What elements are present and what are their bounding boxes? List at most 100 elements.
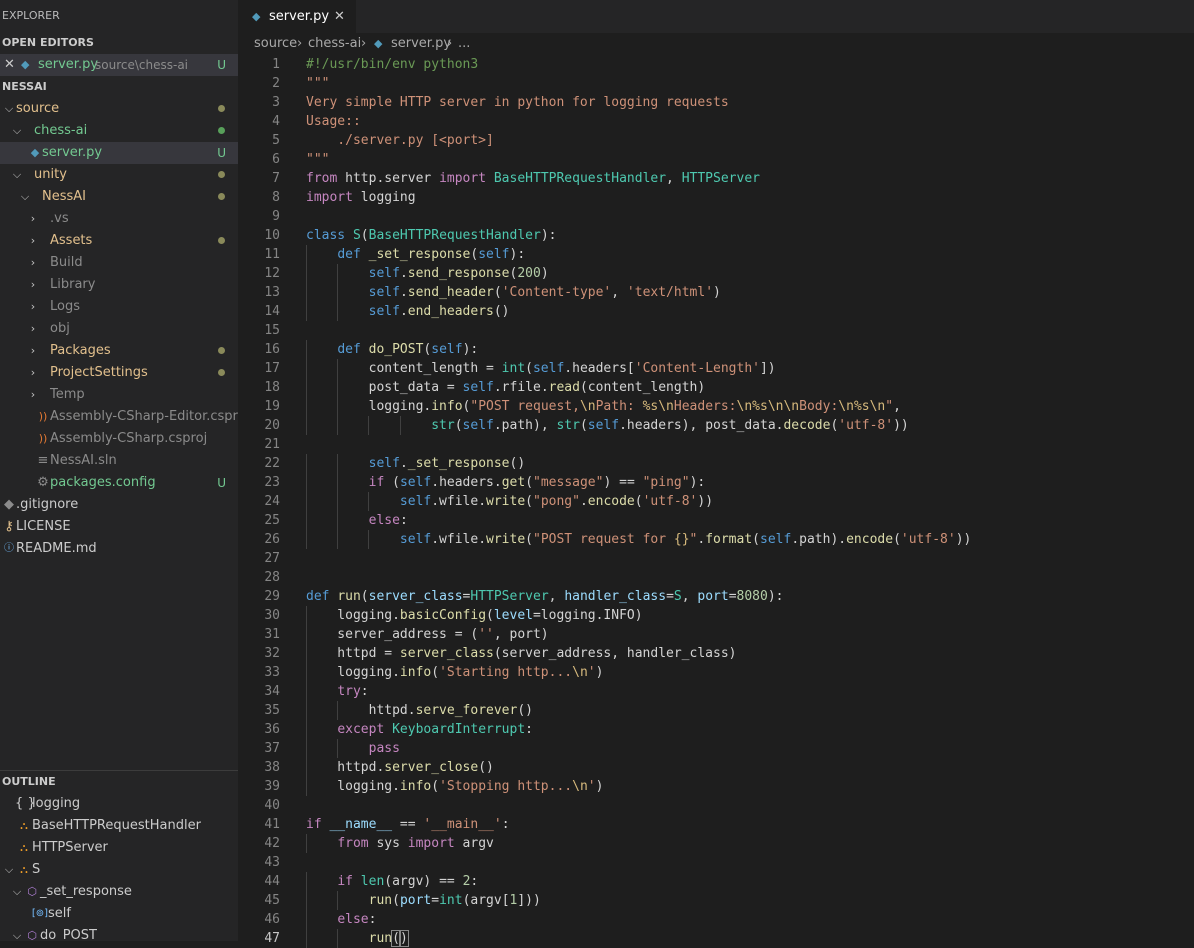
code-line[interactable]: 46 else:	[238, 910, 1194, 929]
chevron-right-icon[interactable]: ›	[26, 384, 40, 406]
tab-server-py[interactable]: ◆ server.py ✕	[238, 0, 356, 33]
code-line[interactable]: 16 def do_POST(self):	[238, 340, 1194, 359]
tree-item-gitignore[interactable]: ◆ .gitignore	[0, 494, 238, 516]
code-line[interactable]: 2 """	[238, 74, 1194, 93]
breadcrumb-item-server-py[interactable]: server.py	[391, 33, 451, 55]
tree-item-logs[interactable]: › Logs	[0, 296, 238, 318]
code-line[interactable]: 1 #!/usr/bin/env python3	[238, 55, 1194, 74]
breadcrumb-item-source[interactable]: source	[254, 33, 297, 55]
tree-item-vs[interactable]: › .vs	[0, 208, 238, 230]
code-line[interactable]: 15	[238, 321, 1194, 340]
tree-item-packages-config[interactable]: ⚙ packages.config U	[0, 472, 238, 494]
code-line[interactable]: 47 run()	[238, 929, 1194, 948]
code-line[interactable]: 29 def run(server_class=HTTPServer, handl…	[238, 587, 1194, 606]
outline-item-set-response[interactable]: ⌵ ⬡ _set_response	[0, 881, 238, 903]
code-line[interactable]: 24 self.wfile.write("pong".encode('utf-8…	[238, 492, 1194, 511]
chevron-right-icon[interactable]: ›	[26, 340, 40, 362]
tree-item-source[interactable]: ⌵ source	[0, 98, 238, 120]
code-line[interactable]: 39 logging.info('Stopping http...\n')	[238, 777, 1194, 796]
chevron-down-icon[interactable]: ⌵	[2, 859, 16, 881]
chevron-right-icon[interactable]: ›	[26, 208, 40, 230]
code-line[interactable]: 34 try:	[238, 682, 1194, 701]
tree-item-temp[interactable]: › Temp	[0, 384, 238, 406]
chevron-right-icon[interactable]: ›	[26, 318, 40, 340]
chevron-down-icon[interactable]: ⌵	[18, 186, 32, 208]
chevron-right-icon[interactable]: ›	[26, 274, 40, 296]
code-line[interactable]: 6 """	[238, 150, 1194, 169]
code-line[interactable]: 9	[238, 207, 1194, 226]
tree-item-obj[interactable]: › obj	[0, 318, 238, 340]
outline-item-self[interactable]: [⊚] self	[0, 903, 238, 925]
outline-item-logging[interactable]: { } logging	[0, 793, 238, 815]
tree-item-assembly-csharp-editor-csproj[interactable]: )) Assembly-CSharp-Editor.csproj	[0, 406, 238, 428]
code-line[interactable]: 12 self.send_response(200)	[238, 264, 1194, 283]
code-line[interactable]: 37 pass	[238, 739, 1194, 758]
code-line[interactable]: 10 class S(BaseHTTPRequestHandler):	[238, 226, 1194, 245]
code-line[interactable]: 22 self._set_response()	[238, 454, 1194, 473]
code-line[interactable]: 41 if __name__ == '__main__':	[238, 815, 1194, 834]
breadcrumb-item-symbols[interactable]: ...	[458, 33, 470, 55]
tree-item-assembly-csharp-csproj[interactable]: )) Assembly-CSharp.csproj	[0, 428, 238, 450]
chevron-down-icon[interactable]: ⌵	[2, 98, 16, 120]
code-line[interactable]: 20 str(self.path), str(self.headers), po…	[238, 416, 1194, 435]
code-line[interactable]: 18 post_data = self.rfile.read(content_l…	[238, 378, 1194, 397]
chevron-right-icon[interactable]: ›	[26, 252, 40, 274]
outline-section-title[interactable]: OUTLINE	[0, 770, 238, 793]
chevron-right-icon[interactable]: ›	[26, 296, 40, 318]
code-line[interactable]: 45 run(port=int(argv[1]))	[238, 891, 1194, 910]
tree-item-nessai-sln[interactable]: ≡ NessAI.sln	[0, 450, 238, 472]
code-line[interactable]: 14 self.end_headers()	[238, 302, 1194, 321]
code-line[interactable]: 17 content_length = int(self.headers['Co…	[238, 359, 1194, 378]
code-line[interactable]: 13 self.send_header('Content-type', 'tex…	[238, 283, 1194, 302]
open-editor-item-server-py[interactable]: ✕ ◆ server.py source\chess-ai U	[0, 54, 238, 76]
code-line[interactable]: 25 else:	[238, 511, 1194, 530]
code-line[interactable]: 11 def _set_response(self):	[238, 245, 1194, 264]
chevron-down-icon[interactable]: ⌵	[10, 120, 24, 142]
outline-item-do-post[interactable]: ⌵ ⬡ do_POST	[0, 925, 238, 941]
tree-item-library[interactable]: › Library	[0, 274, 238, 296]
open-editors-section-title[interactable]: OPEN EDITORS	[0, 32, 238, 54]
code-line[interactable]: 27	[238, 549, 1194, 568]
code-line[interactable]: 42 from sys import argv	[238, 834, 1194, 853]
tree-item-chess-ai[interactable]: ⌵ chess-ai	[0, 120, 238, 142]
code-line[interactable]: 5 ./server.py [<port>]	[238, 131, 1194, 150]
code-line[interactable]: 19 logging.info("POST request,\nPath: %s…	[238, 397, 1194, 416]
code-line[interactable]: 7 from http.server import BaseHTTPRequest…	[238, 169, 1194, 188]
code-line[interactable]: 38 httpd.server_close()	[238, 758, 1194, 777]
code-line[interactable]: 32 httpd = server_class(server_address, …	[238, 644, 1194, 663]
code-line[interactable]: 21	[238, 435, 1194, 454]
code-line[interactable]: 43	[238, 853, 1194, 872]
code-line[interactable]: 28	[238, 568, 1194, 587]
code-line[interactable]: 35 httpd.serve_forever()	[238, 701, 1194, 720]
tree-item-projectsettings[interactable]: › ProjectSettings	[0, 362, 238, 384]
tree-item-assets[interactable]: › Assets	[0, 230, 238, 252]
code-line[interactable]: 26 self.wfile.write("POST request for {}…	[238, 530, 1194, 549]
outline-item-basehttprequesthandler[interactable]: ⛬ BaseHTTPRequestHandler	[0, 815, 238, 837]
tree-item-readme-md[interactable]: ⓘ README.md	[0, 538, 238, 560]
close-icon[interactable]: ✕	[4, 54, 15, 76]
tree-item-nessai[interactable]: ⌵ NessAI	[0, 186, 238, 208]
code-line[interactable]: 33 logging.info('Starting http...\n')	[238, 663, 1194, 682]
chevron-right-icon[interactable]: ›	[26, 362, 40, 384]
chevron-down-icon[interactable]: ⌵	[10, 881, 24, 903]
close-icon[interactable]: ✕	[334, 0, 345, 33]
code-line[interactable]: 31 server_address = ('', port)	[238, 625, 1194, 644]
code-line[interactable]: 30 logging.basicConfig(level=logging.INF…	[238, 606, 1194, 625]
code-line[interactable]: 44 if len(argv) == 2:	[238, 872, 1194, 891]
chevron-down-icon[interactable]: ⌵	[10, 164, 24, 186]
outline-item-s[interactable]: ⌵ ⛬ S	[0, 859, 238, 881]
tree-item-build[interactable]: › Build	[0, 252, 238, 274]
code-line[interactable]: 36 except KeyboardInterrupt:	[238, 720, 1194, 739]
code-line[interactable]: 3 Very simple HTTP server in python for l…	[238, 93, 1194, 112]
tree-item-license[interactable]: ⚷ LICENSE	[0, 516, 238, 538]
code-line[interactable]: 8 import logging	[238, 188, 1194, 207]
tree-item-unity[interactable]: ⌵ unity	[0, 164, 238, 186]
chevron-down-icon[interactable]: ⌵	[10, 925, 24, 941]
code-line[interactable]: 4 Usage::	[238, 112, 1194, 131]
workspace-section-title[interactable]: NESSAI	[0, 76, 238, 98]
outline-item-httpserver[interactable]: ⛬ HTTPServer	[0, 837, 238, 859]
code-editor[interactable]: 1 #!/usr/bin/env python3 2 """ 3 Very simple …	[238, 55, 1194, 948]
breadcrumb-item-chess-ai[interactable]: chess-ai	[308, 33, 361, 55]
tree-item-packages[interactable]: › Packages	[0, 340, 238, 362]
chevron-right-icon[interactable]: ›	[26, 230, 40, 252]
